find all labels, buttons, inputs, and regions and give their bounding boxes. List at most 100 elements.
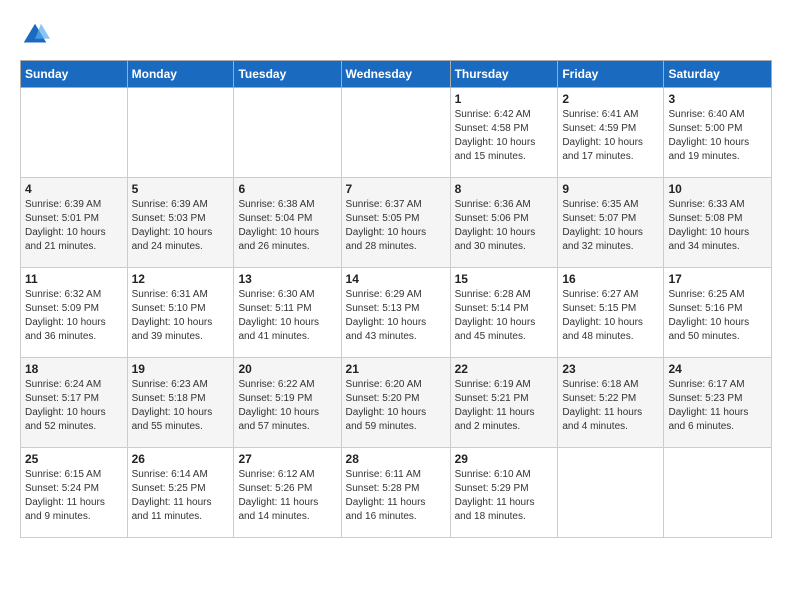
- day-info: Sunrise: 6:40 AM Sunset: 5:00 PM Dayligh…: [668, 108, 767, 164]
- day-info: Sunrise: 6:42 AM Sunset: 4:58 PM Dayligh…: [455, 108, 554, 164]
- day-info: Sunrise: 6:41 AM Sunset: 4:59 PM Dayligh…: [562, 108, 659, 164]
- header-cell-monday: Monday: [127, 61, 234, 88]
- day-number: 4: [25, 182, 123, 196]
- day-info: Sunrise: 6:29 AM Sunset: 5:13 PM Dayligh…: [346, 288, 446, 344]
- day-info: Sunrise: 6:15 AM Sunset: 5:24 PM Dayligh…: [25, 468, 123, 524]
- day-info: Sunrise: 6:32 AM Sunset: 5:09 PM Dayligh…: [25, 288, 123, 344]
- day-cell: 11 Sunrise: 6:32 AM Sunset: 5:09 PM Dayli…: [21, 268, 128, 358]
- day-cell: 27 Sunrise: 6:12 AM Sunset: 5:26 PM Dayli…: [234, 448, 341, 538]
- day-number: 20: [238, 362, 336, 376]
- day-info: Sunrise: 6:23 AM Sunset: 5:18 PM Dayligh…: [132, 378, 230, 434]
- day-number: 19: [132, 362, 230, 376]
- logo-icon: [20, 20, 50, 50]
- day-info: Sunrise: 6:17 AM Sunset: 5:23 PM Dayligh…: [668, 378, 767, 434]
- header-cell-friday: Friday: [558, 61, 664, 88]
- day-cell: [558, 448, 664, 538]
- day-info: Sunrise: 6:35 AM Sunset: 5:07 PM Dayligh…: [562, 198, 659, 254]
- day-number: 26: [132, 452, 230, 466]
- day-cell: 7Sunrise: 6:37 AM Sunset: 5:05 PM Daylig…: [341, 178, 450, 268]
- day-number: 13: [238, 272, 336, 286]
- day-number: 17: [668, 272, 767, 286]
- day-cell: 19 Sunrise: 6:23 AM Sunset: 5:18 PM Dayli…: [127, 358, 234, 448]
- day-cell: 12 Sunrise: 6:31 AM Sunset: 5:10 PM Dayli…: [127, 268, 234, 358]
- day-cell: [341, 88, 450, 178]
- day-number: 29: [455, 452, 554, 466]
- day-cell: 3 Sunrise: 6:40 AM Sunset: 5:00 PM Daylig…: [664, 88, 772, 178]
- day-cell: 4 Sunrise: 6:39 AM Sunset: 5:01 PM Daylig…: [21, 178, 128, 268]
- day-number: 11: [25, 272, 123, 286]
- day-cell: [127, 88, 234, 178]
- day-number: 25: [25, 452, 123, 466]
- day-number: 23: [562, 362, 659, 376]
- day-info: Sunrise: 6:33 AM Sunset: 5:08 PM Dayligh…: [668, 198, 767, 254]
- day-info: Sunrise: 6:14 AM Sunset: 5:25 PM Dayligh…: [132, 468, 230, 524]
- day-number: 2: [562, 92, 659, 106]
- day-cell: 5 Sunrise: 6:39 AM Sunset: 5:03 PM Daylig…: [127, 178, 234, 268]
- day-cell: [21, 88, 128, 178]
- day-info: Sunrise: 6:25 AM Sunset: 5:16 PM Dayligh…: [668, 288, 767, 344]
- day-cell: 9 Sunrise: 6:35 AM Sunset: 5:07 PM Daylig…: [558, 178, 664, 268]
- day-number: 9: [562, 182, 659, 196]
- day-info: Sunrise: 6:28 AM Sunset: 5:14 PM Dayligh…: [455, 288, 554, 344]
- week-row-2: 11 Sunrise: 6:32 AM Sunset: 5:09 PM Dayli…: [21, 268, 772, 358]
- day-number: 28: [346, 452, 446, 466]
- week-row-1: 4 Sunrise: 6:39 AM Sunset: 5:01 PM Daylig…: [21, 178, 772, 268]
- day-cell: 25 Sunrise: 6:15 AM Sunset: 5:24 PM Dayli…: [21, 448, 128, 538]
- header-cell-saturday: Saturday: [664, 61, 772, 88]
- day-number: 10: [668, 182, 767, 196]
- day-cell: 29 Sunrise: 6:10 AM Sunset: 5:29 PM Dayli…: [450, 448, 558, 538]
- day-cell: 10 Sunrise: 6:33 AM Sunset: 5:08 PM Dayli…: [664, 178, 772, 268]
- calendar-body: 1 Sunrise: 6:42 AM Sunset: 4:58 PM Daylig…: [21, 88, 772, 538]
- day-info: Sunrise: 6:31 AM Sunset: 5:10 PM Dayligh…: [132, 288, 230, 344]
- week-row-4: 25 Sunrise: 6:15 AM Sunset: 5:24 PM Dayli…: [21, 448, 772, 538]
- day-cell: 8Sunrise: 6:36 AM Sunset: 5:06 PM Daylig…: [450, 178, 558, 268]
- day-info: Sunrise: 6:30 AM Sunset: 5:11 PM Dayligh…: [238, 288, 336, 344]
- day-number: 5: [132, 182, 230, 196]
- day-cell: 1 Sunrise: 6:42 AM Sunset: 4:58 PM Daylig…: [450, 88, 558, 178]
- day-cell: 24 Sunrise: 6:17 AM Sunset: 5:23 PM Dayli…: [664, 358, 772, 448]
- day-number: 22: [455, 362, 554, 376]
- day-cell: 16 Sunrise: 6:27 AM Sunset: 5:15 PM Dayli…: [558, 268, 664, 358]
- day-number: 24: [668, 362, 767, 376]
- day-number: 12: [132, 272, 230, 286]
- day-info: Sunrise: 6:39 AM Sunset: 5:03 PM Dayligh…: [132, 198, 230, 254]
- day-number: 6: [238, 182, 336, 196]
- day-cell: 23 Sunrise: 6:18 AM Sunset: 5:22 PM Dayli…: [558, 358, 664, 448]
- day-number: 1: [455, 92, 554, 106]
- day-info: Sunrise: 6:24 AM Sunset: 5:17 PM Dayligh…: [25, 378, 123, 434]
- day-cell: 14 Sunrise: 6:29 AM Sunset: 5:13 PM Dayli…: [341, 268, 450, 358]
- day-cell: [234, 88, 341, 178]
- day-number: 3: [668, 92, 767, 106]
- day-cell: 13 Sunrise: 6:30 AM Sunset: 5:11 PM Dayli…: [234, 268, 341, 358]
- day-info: Sunrise: 6:39 AM Sunset: 5:01 PM Dayligh…: [25, 198, 123, 254]
- calendar-header: SundayMondayTuesdayWednesdayThursdayFrid…: [21, 61, 772, 88]
- day-cell: 2 Sunrise: 6:41 AM Sunset: 4:59 PM Daylig…: [558, 88, 664, 178]
- page: SundayMondayTuesdayWednesdayThursdayFrid…: [0, 0, 792, 612]
- day-cell: 6 Sunrise: 6:38 AM Sunset: 5:04 PM Daylig…: [234, 178, 341, 268]
- week-row-0: 1 Sunrise: 6:42 AM Sunset: 4:58 PM Daylig…: [21, 88, 772, 178]
- day-info: Sunrise: 6:36 AM Sunset: 5:06 PM Dayligh…: [455, 198, 554, 254]
- day-number: 16: [562, 272, 659, 286]
- header: [20, 20, 772, 50]
- day-cell: 22Sunrise: 6:19 AM Sunset: 5:21 PM Dayli…: [450, 358, 558, 448]
- day-number: 14: [346, 272, 446, 286]
- day-info: Sunrise: 6:20 AM Sunset: 5:20 PM Dayligh…: [346, 378, 446, 434]
- day-number: 21: [346, 362, 446, 376]
- day-cell: 20 Sunrise: 6:22 AM Sunset: 5:19 PM Dayli…: [234, 358, 341, 448]
- day-cell: 26 Sunrise: 6:14 AM Sunset: 5:25 PM Dayli…: [127, 448, 234, 538]
- day-cell: 18Sunrise: 6:24 AM Sunset: 5:17 PM Dayli…: [21, 358, 128, 448]
- day-info: Sunrise: 6:18 AM Sunset: 5:22 PM Dayligh…: [562, 378, 659, 434]
- header-cell-wednesday: Wednesday: [341, 61, 450, 88]
- day-info: Sunrise: 6:27 AM Sunset: 5:15 PM Dayligh…: [562, 288, 659, 344]
- day-info: Sunrise: 6:12 AM Sunset: 5:26 PM Dayligh…: [238, 468, 336, 524]
- day-cell: 28Sunrise: 6:11 AM Sunset: 5:28 PM Dayli…: [341, 448, 450, 538]
- header-cell-thursday: Thursday: [450, 61, 558, 88]
- header-row: SundayMondayTuesdayWednesdayThursdayFrid…: [21, 61, 772, 88]
- day-cell: 21 Sunrise: 6:20 AM Sunset: 5:20 PM Dayli…: [341, 358, 450, 448]
- week-row-3: 18Sunrise: 6:24 AM Sunset: 5:17 PM Dayli…: [21, 358, 772, 448]
- day-info: Sunrise: 6:38 AM Sunset: 5:04 PM Dayligh…: [238, 198, 336, 254]
- day-number: 27: [238, 452, 336, 466]
- day-info: Sunrise: 6:22 AM Sunset: 5:19 PM Dayligh…: [238, 378, 336, 434]
- day-number: 15: [455, 272, 554, 286]
- day-info: Sunrise: 6:10 AM Sunset: 5:29 PM Dayligh…: [455, 468, 554, 524]
